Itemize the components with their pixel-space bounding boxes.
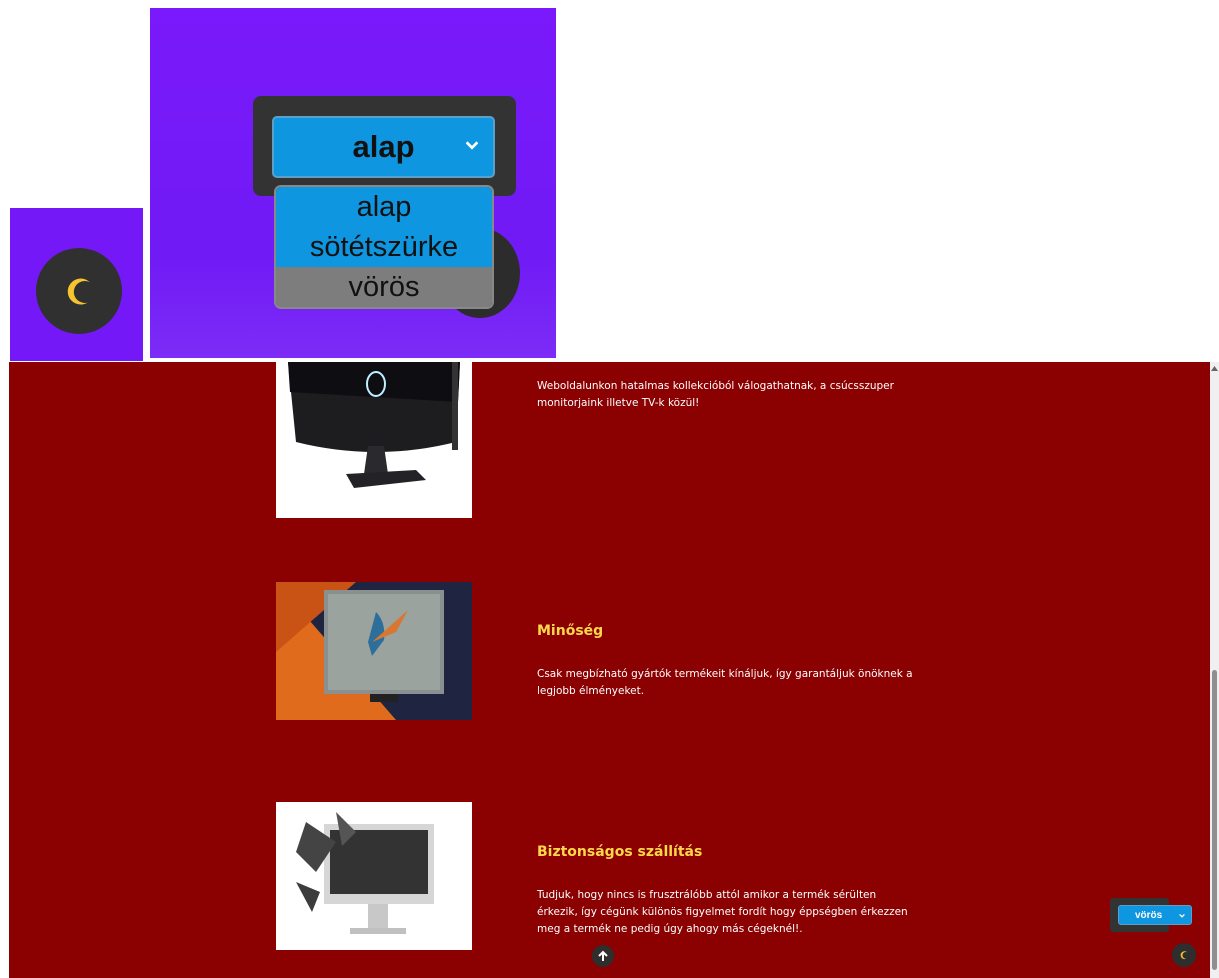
scroll-to-top-button[interactable] [592, 945, 614, 967]
chevron-up-icon [1211, 365, 1218, 371]
dark-mode-toggle-button[interactable] [1172, 943, 1196, 967]
feature-2-text: Csak megbízható gyártók termékeit kínálj… [537, 668, 913, 697]
feature-image-tv-bird [276, 582, 472, 720]
theme-select-value: alap [352, 129, 415, 164]
feature-image-shattered-monitor [276, 802, 472, 950]
theme-select-small-value: vörös [1135, 909, 1163, 921]
page-content: Weboldalunkon hatalmas kollekcióból válo… [9, 362, 1210, 978]
chevron-down-icon [1179, 913, 1185, 918]
theme-select[interactable]: alap [272, 116, 495, 178]
moon-button-zoom-inset [10, 208, 143, 361]
feature-3-title: Biztonságos szállítás [537, 844, 703, 860]
theme-dropdown-zoom-inset: alap alap sötétszürke vörös [150, 8, 556, 358]
theme-select-small[interactable]: vörös [1118, 905, 1192, 925]
theme-options-list: alap sötétszürke vörös [274, 185, 494, 309]
scroll-up-arrow[interactable] [1210, 362, 1219, 374]
scrollbar-thumb[interactable] [1212, 670, 1217, 970]
moon-icon [67, 278, 90, 305]
feature-2-title: Minőség [537, 623, 604, 639]
theme-option-sotetszurke[interactable]: sötétszürke [276, 227, 492, 267]
feature-3-text: Tudjuk, hogy nincs is frusztrálóbb attól… [537, 889, 908, 935]
feature-1-text: Weboldalunkon hatalmas kollekcióból válo… [537, 380, 894, 409]
moon-icon [1180, 951, 1188, 960]
theme-option-voros[interactable]: vörös [276, 267, 492, 307]
arrow-up-icon [598, 950, 608, 961]
dark-mode-button[interactable] [36, 248, 122, 334]
feature-image-monitor [276, 362, 472, 518]
chevron-down-icon [465, 141, 479, 150]
theme-option-alap[interactable]: alap [276, 187, 492, 227]
